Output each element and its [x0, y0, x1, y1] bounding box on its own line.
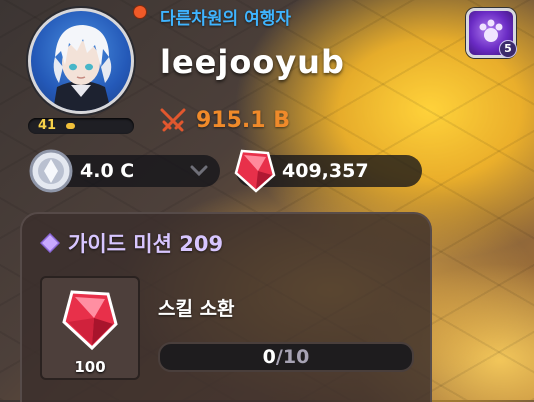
mission-title: 가이드 미션 209: [68, 232, 224, 256]
silver-coin-icon: [29, 149, 73, 193]
red-gem-icon: [234, 149, 276, 193]
progress-max: 10: [282, 346, 310, 368]
notification-dot: [134, 6, 146, 18]
username: leejooyub: [160, 43, 345, 81]
emblem-count: 5: [499, 40, 517, 58]
level-bar: 41: [28, 118, 134, 134]
emblem-badge-button[interactable]: 5: [466, 8, 517, 58]
level-progress-fill: [66, 123, 75, 129]
avatar-button[interactable]: [24, 4, 146, 116]
chevron-down-icon: [190, 165, 208, 177]
player-title: 다른차원의 여행자: [160, 9, 292, 29]
mission-progress-text: 0/10: [160, 344, 412, 370]
level-number: 41: [38, 118, 57, 133]
character-portrait-icon: [53, 25, 112, 111]
guide-mission-panel[interactable]: 가이드 미션 209 100 스킬 소환 0/10: [20, 212, 432, 402]
gem-currency[interactable]: 409,357: [234, 149, 422, 193]
crossed-swords-icon: [160, 108, 186, 132]
progress-separator: /: [275, 346, 283, 368]
mission-reward[interactable]: 100: [40, 276, 140, 380]
combat-power-value: 915.1 B: [196, 107, 291, 133]
coin-currency-dropdown[interactable]: 4.0 C: [29, 149, 220, 193]
mission-name: 스킬 소환: [158, 298, 235, 320]
red-gem-icon: [62, 290, 118, 351]
purple-diamond-icon: [40, 233, 60, 253]
mission-progress-bar: 0/10: [158, 342, 414, 372]
mission-header: 가이드 미션 209: [40, 228, 223, 258]
reward-quantity: 100: [74, 358, 106, 376]
progress-current: 0: [262, 346, 276, 368]
avatar: [28, 8, 134, 114]
gem-value: 409,357: [282, 160, 369, 182]
combat-power: 915.1 B: [158, 105, 290, 135]
coin-value: 4.0 C: [80, 160, 135, 182]
